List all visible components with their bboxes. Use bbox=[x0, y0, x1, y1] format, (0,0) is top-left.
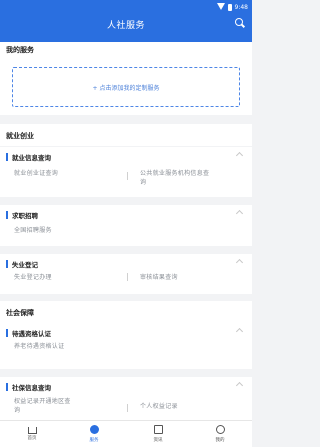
benefit-qualification-title: 待遇资格认证 bbox=[12, 330, 51, 338]
wifi-icon bbox=[216, 3, 225, 11]
social-insurance-query-card: 社保信息查询 权益记录开通地区查询 个人权益记录 bbox=[0, 377, 252, 420]
battery-icon bbox=[227, 3, 232, 11]
pension-qualification-link[interactable]: 养老待遇资格认证 bbox=[14, 342, 76, 351]
section-marker bbox=[6, 383, 8, 391]
nav-service[interactable]: 服务 bbox=[79, 425, 109, 443]
bottom-navigation: 首页 服务 资讯 我的 bbox=[0, 420, 252, 447]
social-insurance-query-head: 社保信息查询 bbox=[6, 382, 51, 392]
top-bar: 9:48 人社服务 bbox=[0, 0, 252, 42]
my-services-title: 我的服务 bbox=[6, 46, 34, 54]
employment-info-query-title: 就业信息查询 bbox=[12, 154, 51, 162]
nav-home[interactable]: 首页 bbox=[17, 425, 47, 441]
job-recruitment-card: 求职招聘 全国招聘服务 bbox=[0, 205, 252, 246]
section-marker bbox=[6, 153, 8, 161]
compass-icon bbox=[89, 425, 99, 434]
national-recruitment-link[interactable]: 全国招聘服务 bbox=[14, 226, 52, 235]
benefit-qualification-card: 待遇资格认证 养老待遇资格认证 bbox=[0, 323, 252, 369]
employment-section-header: 就业创业 bbox=[0, 124, 252, 146]
chevron-up-icon[interactable] bbox=[235, 327, 244, 336]
nav-news-label: 资讯 bbox=[153, 438, 163, 443]
unemployment-registration-title: 失业登记 bbox=[12, 261, 38, 269]
home-icon bbox=[27, 427, 37, 434]
news-icon bbox=[153, 425, 163, 434]
nav-service-label: 服务 bbox=[89, 438, 99, 443]
nav-mine-label: 我的 bbox=[215, 438, 225, 443]
page-title: 人社服务 bbox=[106, 21, 145, 31]
unemployment-registration-card: 失业登记 失业登记办理 审核结果查询 bbox=[0, 254, 252, 294]
personal-rights-record-link[interactable]: 个人权益记录 bbox=[140, 402, 178, 411]
chevron-up-icon[interactable] bbox=[235, 209, 244, 218]
add-custom-service-button[interactable]: + 点击添加我的定制服务 bbox=[12, 67, 240, 107]
unemployment-registration-head: 失业登记 bbox=[6, 259, 38, 269]
nav-home-label: 首页 bbox=[27, 436, 37, 441]
job-recruitment-head: 求职招聘 bbox=[6, 210, 38, 220]
my-services-section: 我的服务 + 点击添加我的定制服务 bbox=[0, 42, 252, 115]
job-recruitment-title: 求职招聘 bbox=[12, 212, 38, 220]
review-result-query-link[interactable]: 审核结果查询 bbox=[140, 273, 178, 282]
employment-info-query-head: 就业信息查询 bbox=[6, 152, 51, 162]
section-marker bbox=[6, 211, 8, 219]
status-time: 9:48 bbox=[234, 3, 248, 11]
divider bbox=[127, 172, 128, 180]
nav-news[interactable]: 资讯 bbox=[143, 425, 173, 443]
employment-title: 就业创业 bbox=[6, 132, 34, 140]
section-marker bbox=[6, 329, 8, 337]
employment-info-query-card: 就业信息查询 就业创业证查询 公共就业服务机构信息查询 bbox=[0, 147, 252, 197]
public-employment-agency-query-link[interactable]: 公共就业服务机构信息查询 bbox=[140, 169, 212, 187]
user-icon bbox=[215, 425, 225, 434]
chevron-up-icon[interactable] bbox=[235, 258, 244, 267]
divider bbox=[127, 273, 128, 281]
chevron-up-icon[interactable] bbox=[235, 381, 244, 390]
section-marker bbox=[6, 260, 8, 268]
unemployment-registration-link[interactable]: 失业登记办理 bbox=[14, 273, 52, 282]
nav-mine[interactable]: 我的 bbox=[205, 425, 235, 443]
benefit-qualification-head: 待遇资格认证 bbox=[6, 328, 51, 338]
divider bbox=[127, 404, 128, 412]
social-insurance-query-title: 社保信息查询 bbox=[12, 384, 51, 392]
social-security-title: 社会保障 bbox=[6, 309, 34, 317]
social-security-section-header: 社会保障 bbox=[0, 301, 252, 323]
search-icon[interactable] bbox=[235, 18, 245, 28]
employment-certificate-query-link[interactable]: 就业创业证查询 bbox=[14, 169, 114, 178]
rights-record-region-query-link[interactable]: 权益记录开通地区查询 bbox=[14, 397, 76, 415]
chevron-up-icon[interactable] bbox=[235, 151, 244, 160]
status-bar: 9:48 bbox=[216, 2, 248, 12]
